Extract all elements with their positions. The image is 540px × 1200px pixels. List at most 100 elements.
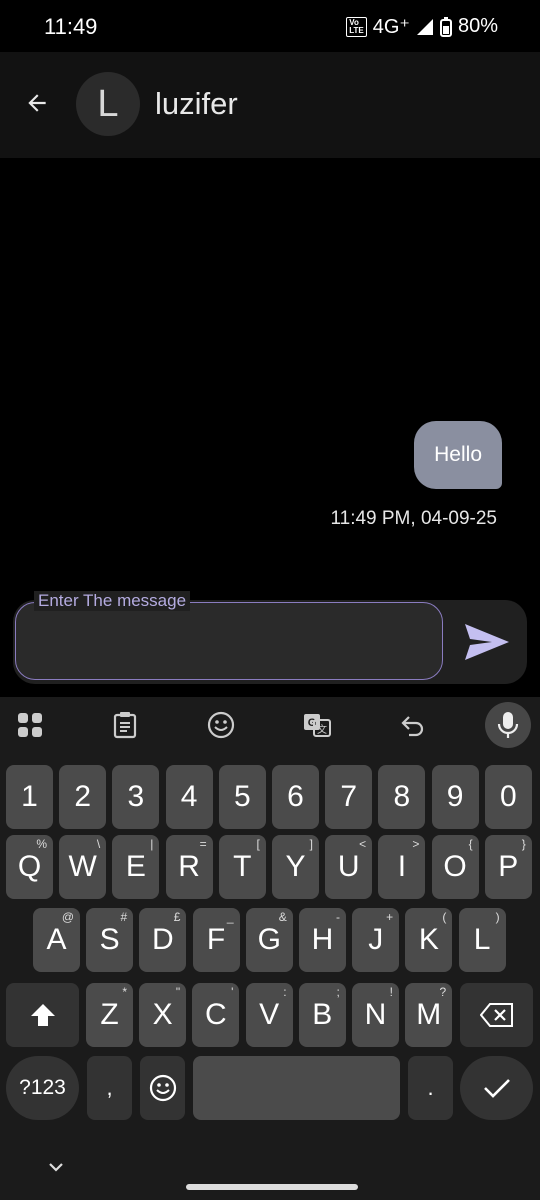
message-input-label: Enter The message: [34, 591, 191, 611]
shift-key[interactable]: [6, 983, 79, 1047]
key-1[interactable]: 1: [6, 765, 53, 829]
key-r-label: R: [178, 850, 200, 883]
key-e[interactable]: E |: [112, 835, 160, 899]
key-h[interactable]: H-: [299, 908, 346, 972]
backspace-key[interactable]: [460, 983, 533, 1047]
space-bar[interactable]: [193, 1056, 400, 1120]
key-7[interactable]: 7: [325, 765, 373, 829]
key-j[interactable]: J +: [352, 908, 400, 972]
symbols-key[interactable]: ?123: [6, 1056, 79, 1120]
key-1-label: 1: [21, 780, 38, 813]
comma-key[interactable]: ,: [87, 1056, 132, 1120]
key-z-hint: *: [122, 985, 127, 999]
key-0-label: 0: [499, 780, 517, 813]
key-t-label: T: [233, 850, 252, 883]
key-v-hint: :: [283, 985, 287, 999]
checkmark-icon: [483, 1079, 510, 1098]
key-s[interactable]: S #: [86, 908, 134, 972]
clipboard-icon[interactable]: [110, 710, 140, 740]
message-list[interactable]: Hello 11:49 PM, 04-09-25: [0, 158, 540, 588]
key-6[interactable]: 6: [272, 765, 319, 829]
key-9[interactable]: 9: [431, 765, 479, 829]
emoji-key[interactable]: [140, 1056, 185, 1120]
key-m-label: M: [416, 998, 442, 1031]
key-d[interactable]: D £: [139, 908, 187, 972]
key-0[interactable]: 0: [484, 765, 532, 829]
key-2[interactable]: 2: [59, 765, 107, 829]
key-5[interactable]: 5: [218, 765, 266, 829]
key-g-label: G: [257, 923, 281, 956]
key-o-label: O: [443, 850, 467, 883]
undo-icon[interactable]: [398, 710, 428, 740]
status-icons: Vo LTE 4G⁺ 80%: [346, 14, 498, 39]
emoji-icon: [149, 1074, 176, 1102]
key-v[interactable]: V:: [245, 983, 293, 1047]
key-y[interactable]: Y]: [272, 835, 319, 899]
key-a-hint: @: [61, 910, 74, 924]
key-p[interactable]: P}: [484, 835, 532, 899]
key-x[interactable]: X ": [139, 983, 187, 1047]
key-k-hint: (: [442, 910, 447, 924]
key-t[interactable]: T[: [218, 835, 266, 899]
contact-name[interactable]: luzifer: [155, 86, 238, 122]
key-z[interactable]: Z *: [86, 983, 133, 1047]
key-d-hint: £: [173, 910, 181, 924]
key-u[interactable]: U <: [325, 835, 373, 899]
enter-key[interactable]: [460, 1056, 533, 1120]
key-l[interactable]: L): [458, 908, 506, 972]
key-i[interactable]: I >: [378, 835, 426, 899]
back-button[interactable]: [18, 84, 56, 122]
key-4[interactable]: 4: [165, 765, 213, 829]
send-button[interactable]: [463, 620, 511, 664]
avatar[interactable]: L: [76, 72, 140, 136]
key-k-label: K: [418, 923, 439, 956]
key-8[interactable]: 8: [378, 765, 426, 829]
key-b-hint: ;: [336, 985, 340, 999]
key-r[interactable]: R =: [165, 835, 213, 899]
key-j-hint: +: [386, 910, 394, 924]
key-k[interactable]: K(: [405, 908, 453, 972]
key-f[interactable]: F _: [192, 908, 240, 972]
key-b-label: B: [312, 998, 333, 1031]
key-w[interactable]: W \: [59, 835, 107, 899]
key-m[interactable]: M?: [405, 983, 453, 1047]
microphone-icon: [497, 712, 519, 738]
key-t-hint: [: [256, 837, 260, 851]
key-u-label: U: [337, 850, 360, 883]
key-4-label: 4: [180, 780, 198, 813]
keyboard-toolbar: G文: [0, 697, 540, 753]
key-m-hint: ?: [439, 985, 447, 999]
key-c[interactable]: C ': [192, 983, 240, 1047]
key-w-label: W: [68, 850, 97, 883]
key-9-label: 9: [446, 780, 464, 813]
key-b[interactable]: B;: [298, 983, 346, 1047]
voice-input-button[interactable]: [485, 702, 531, 748]
emoji-icon[interactable]: [206, 710, 236, 740]
key-o-hint: {: [468, 837, 473, 851]
key-l-hint: ): [495, 910, 500, 924]
key-7-label: 7: [340, 780, 358, 813]
key-q[interactable]: Q%: [6, 835, 53, 899]
key-n[interactable]: N!: [352, 983, 399, 1047]
key-l-label: L: [473, 923, 491, 956]
key-3-label: 3: [127, 780, 145, 813]
key-g[interactable]: G &: [245, 908, 293, 972]
message-input[interactable]: Enter The message: [15, 591, 443, 680]
status-bar: 11:49 Vo LTE 4G⁺ 80%: [0, 0, 540, 52]
chevron-down-icon[interactable]: [46, 1157, 66, 1177]
shift-icon: [30, 1004, 55, 1026]
key-u-hint: <: [359, 837, 367, 851]
translate-icon[interactable]: G文: [302, 710, 332, 740]
key-f-hint: _: [226, 910, 234, 924]
apps-grid-icon[interactable]: [15, 710, 45, 740]
key-a[interactable]: A @: [33, 908, 80, 972]
key-i-hint: >: [412, 837, 420, 851]
gesture-nav-bar[interactable]: [186, 1184, 358, 1190]
send-icon: [465, 624, 509, 660]
sent-message-bubble[interactable]: Hello: [414, 421, 502, 489]
key-n-label: N: [364, 998, 387, 1031]
message-timestamp: 11:49 PM, 04-09-25: [330, 508, 497, 529]
key-3[interactable]: 3: [112, 765, 160, 829]
key-o[interactable]: O{: [431, 835, 479, 899]
period-key[interactable]: .: [408, 1056, 453, 1120]
